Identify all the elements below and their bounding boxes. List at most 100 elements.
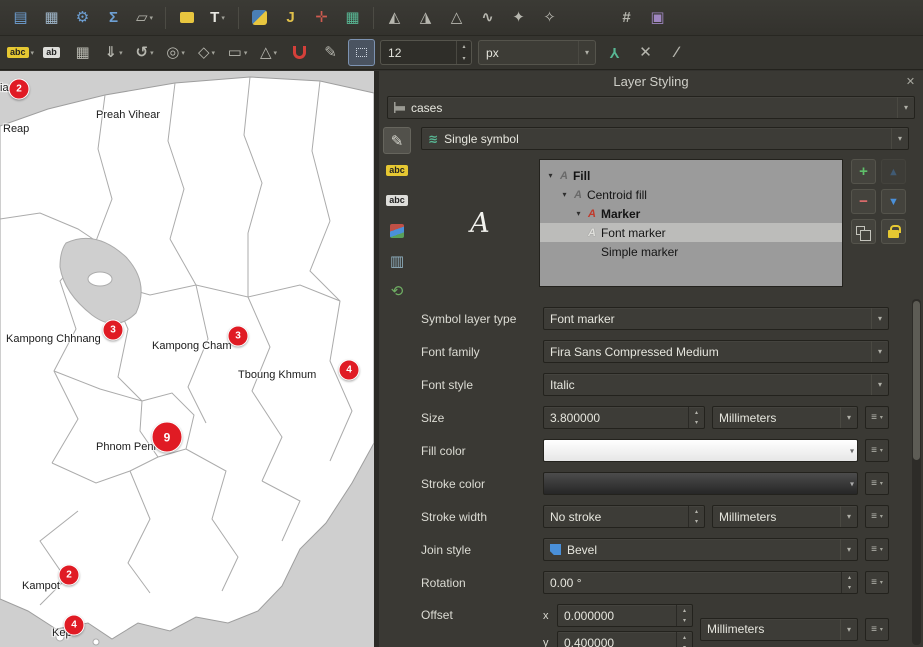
spin-steppers[interactable]: ▴▾ bbox=[841, 572, 857, 593]
offset-unit-combo[interactable]: Millimeters ▾ bbox=[700, 618, 858, 641]
tree-item-simple-marker[interactable]: ASimple marker bbox=[540, 242, 842, 261]
spin-up-icon[interactable]: ▴ bbox=[457, 41, 471, 53]
symbol-layer-type-combo[interactable]: Font marker ▾ bbox=[543, 307, 889, 330]
font-size-spinner[interactable]: 12 ▴▾ bbox=[380, 40, 472, 65]
map-tips-button[interactable] bbox=[173, 4, 200, 31]
case-cluster-marker[interactable]: 4 bbox=[64, 615, 85, 636]
tab-labels[interactable]: abc bbox=[383, 157, 411, 184]
renderer-combo[interactable]: ≋ Single symbol ▾ bbox=[421, 127, 909, 150]
python-console-button[interactable] bbox=[246, 4, 273, 31]
case-cluster-marker[interactable]: 9 bbox=[152, 422, 183, 453]
spin-up-icon[interactable]: ▴ bbox=[842, 572, 857, 583]
rotation-input[interactable]: 0.00 ° ▴▾ bbox=[543, 571, 858, 594]
spin-up-icon[interactable]: ▴ bbox=[689, 407, 704, 418]
rotation-override-button[interactable]: ≡▾ bbox=[865, 571, 889, 594]
measure-button[interactable]: ▱▾ bbox=[131, 4, 158, 31]
text-annotation-button[interactable]: T▾ bbox=[204, 4, 231, 31]
rotate-label-button[interactable]: ↺▾ bbox=[131, 39, 158, 66]
snapping-button[interactable] bbox=[286, 39, 313, 66]
join-style-override-button[interactable]: ≡▾ bbox=[865, 538, 889, 561]
terrain-slope-button[interactable]: △ bbox=[443, 4, 470, 31]
tab-history[interactable]: ⟲ bbox=[383, 277, 411, 304]
profile-tool-button[interactable]: ∿ bbox=[474, 4, 501, 31]
expand-caret-icon[interactable]: ▾ bbox=[560, 190, 569, 199]
spin-down-icon[interactable]: ▾ bbox=[689, 517, 704, 528]
spin-up-icon[interactable]: ▴ bbox=[677, 632, 692, 643]
case-cluster-marker[interactable]: 2 bbox=[59, 565, 80, 586]
case-cluster-marker[interactable]: 4 bbox=[339, 360, 360, 381]
create-grid-button[interactable]: # bbox=[613, 4, 640, 31]
spin-up-icon[interactable]: ▴ bbox=[677, 605, 692, 616]
tab-symbology[interactable]: ✎ bbox=[383, 127, 411, 154]
tree-item-font-marker[interactable]: AFont marker bbox=[540, 223, 842, 242]
spinner-steppers[interactable]: ▴▾ bbox=[456, 41, 471, 64]
join-style-combo[interactable]: Bevel ▾ bbox=[543, 538, 858, 561]
stroke-width-override-button[interactable]: ≡▾ bbox=[865, 505, 889, 528]
statistics-button[interactable]: Σ bbox=[100, 4, 127, 31]
vertex-tool-button[interactable]: ✎ bbox=[317, 39, 344, 66]
spin-up-icon[interactable]: ▴ bbox=[689, 506, 704, 517]
move-up-button[interactable]: ▼ bbox=[881, 159, 906, 184]
font-family-combo[interactable]: Fira Sans Compressed Medium ▾ bbox=[543, 340, 889, 363]
move-label-button[interactable]: ◇▾ bbox=[193, 39, 220, 66]
sparkle-tool-button[interactable]: ✦ bbox=[505, 4, 532, 31]
tab-diagrams[interactable]: ▥ bbox=[383, 247, 411, 274]
tab-3d-view[interactable] bbox=[383, 217, 411, 244]
data-source-manager-button[interactable]: ▤ bbox=[7, 4, 34, 31]
case-cluster-marker[interactable]: 3 bbox=[103, 320, 124, 341]
slash-button[interactable]: ∕ bbox=[663, 39, 690, 66]
scrollbar-thumb[interactable] bbox=[913, 301, 920, 460]
expand-caret-icon[interactable]: ▾ bbox=[574, 209, 583, 218]
tree-item-centroid-fill[interactable]: ▾ACentroid fill bbox=[540, 185, 842, 204]
spin-steppers[interactable]: ▴▾ bbox=[676, 605, 692, 626]
print-layout-button[interactable]: ▣ bbox=[644, 4, 671, 31]
plugin-node-button[interactable]: ✛ bbox=[308, 4, 335, 31]
sparkle-outline-button[interactable]: ✧ bbox=[536, 4, 563, 31]
panel-scrollbar[interactable] bbox=[912, 299, 921, 645]
raster-calculator-button[interactable]: ▦ bbox=[339, 4, 366, 31]
layer-labeling-options-button[interactable]: abc▾ bbox=[7, 39, 34, 66]
diagram-options-button[interactable]: ▦ bbox=[69, 39, 96, 66]
spin-steppers[interactable]: ▴▾ bbox=[688, 506, 704, 527]
change-label-button[interactable]: ▭▾ bbox=[224, 39, 251, 66]
spin-down-icon[interactable]: ▾ bbox=[689, 418, 704, 429]
plugin-j-button[interactable]: J bbox=[277, 4, 304, 31]
active-size-tool-toggle[interactable] bbox=[348, 39, 375, 66]
close-panel-button[interactable]: ✕ bbox=[903, 74, 918, 89]
size-input[interactable]: 3.800000 ▴▾ bbox=[543, 406, 705, 429]
terrain-shading-button[interactable]: ◮ bbox=[412, 4, 439, 31]
spin-steppers[interactable]: ▴▾ bbox=[676, 632, 692, 647]
offset-x-input[interactable]: 0.000000 ▴▾ bbox=[557, 604, 693, 627]
size-override-button[interactable]: ≡▾ bbox=[865, 406, 889, 429]
lock-color-button[interactable] bbox=[881, 219, 906, 244]
spin-down-icon[interactable]: ▾ bbox=[677, 616, 692, 627]
label-mask-button[interactable]: ab bbox=[38, 39, 65, 66]
curved-label-button[interactable]: △▾ bbox=[255, 39, 282, 66]
tree-item-marker[interactable]: ▾AMarker bbox=[540, 204, 842, 223]
terrain-analysis-button[interactable]: ◭ bbox=[381, 4, 408, 31]
tab-masks[interactable]: abc bbox=[383, 187, 411, 214]
clear-button[interactable]: ✕ bbox=[632, 39, 659, 66]
stroke-width-unit-combo[interactable]: Millimeters ▾ bbox=[712, 505, 858, 528]
offset-override-button[interactable]: ≡▾ bbox=[865, 618, 889, 641]
remove-symbol-layer-button[interactable]: − bbox=[851, 189, 876, 214]
layer-selector-combo[interactable]: cases ▾ bbox=[387, 96, 915, 119]
attribute-table-button[interactable]: ▦ bbox=[38, 4, 65, 31]
highlight-labels-button[interactable]: ◎▾ bbox=[162, 39, 189, 66]
tracing-button[interactable]: Y bbox=[601, 39, 628, 66]
spin-down-icon[interactable]: ▾ bbox=[457, 53, 471, 65]
spin-steppers[interactable]: ▴▾ bbox=[688, 407, 704, 428]
tree-item-fill[interactable]: ▾AFill bbox=[540, 166, 842, 185]
options-button[interactable]: ⚙ bbox=[69, 4, 96, 31]
stroke-color-override-button[interactable]: ≡▾ bbox=[865, 472, 889, 495]
map-canvas[interactable]: ia Reap Preah Vihear Kampong Chhnang Kam… bbox=[0, 71, 374, 647]
offset-y-input[interactable]: 0.400000 ▴▾ bbox=[557, 631, 693, 647]
spin-down-icon[interactable]: ▾ bbox=[842, 583, 857, 594]
move-down-button[interactable]: ▼ bbox=[881, 189, 906, 214]
case-cluster-marker[interactable]: 2 bbox=[9, 79, 30, 100]
fill-color-override-button[interactable]: ≡▾ bbox=[865, 439, 889, 462]
fill-color-button[interactable]: ▾ bbox=[543, 439, 858, 462]
add-symbol-layer-button[interactable]: + bbox=[851, 159, 876, 184]
case-cluster-marker[interactable]: 3 bbox=[228, 326, 249, 347]
stroke-width-input[interactable]: No stroke ▴▾ bbox=[543, 505, 705, 528]
